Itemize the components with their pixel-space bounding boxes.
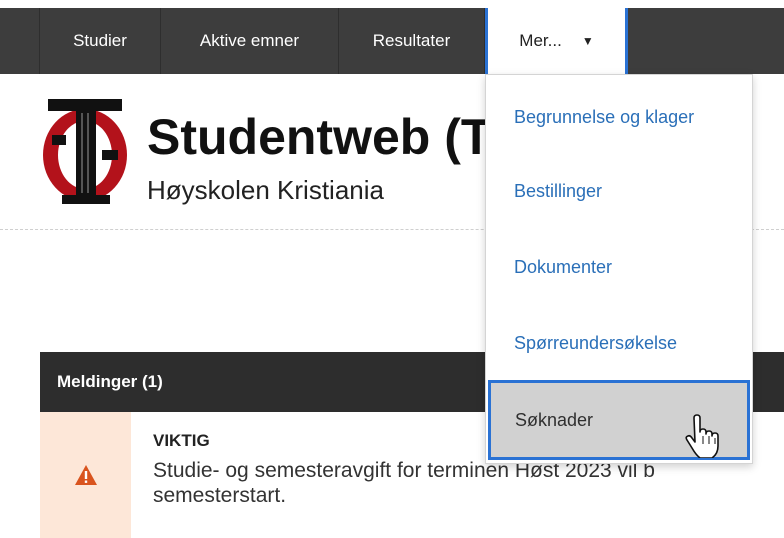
top-navigation: Studier Aktive emner Resultater Mer... ▼ <box>0 0 784 74</box>
message-title: VIKTIG <box>153 431 210 450</box>
menu-item-label: Søknader <box>515 409 594 430</box>
page-subtitle: Høyskolen Kristiania <box>147 175 384 205</box>
message-text: Studie- og semesteravgift for terminen H… <box>153 459 655 507</box>
menu-item-label: Begrunnelse og klager <box>514 106 695 127</box>
warning-icon <box>74 465 97 485</box>
mer-dropdown-menu: Begrunnelse og klager Bestillinger Dokum… <box>485 74 753 464</box>
university-logo <box>40 95 130 210</box>
nav-item-resultater[interactable]: Resultater <box>339 8 485 74</box>
hand-cursor-icon <box>684 414 724 459</box>
nav-item-label: Mer... <box>519 31 562 50</box>
nav-item-studier[interactable]: Studier <box>40 8 161 74</box>
menu-item-dokumenter[interactable]: Dokumenter <box>486 229 752 305</box>
menu-item-sporreundersokelse[interactable]: Spørreundersøkelse <box>486 305 752 381</box>
nav-item-mer[interactable]: Mer... ▼ <box>485 8 628 74</box>
page-title: Studentweb (T <box>147 109 492 165</box>
menu-item-label: Spørreundersøkelse <box>514 332 678 353</box>
caret-down-icon: ▼ <box>581 34 594 48</box>
menu-item-label: Bestillinger <box>514 180 603 201</box>
menu-item-bestillinger[interactable]: Bestillinger <box>486 153 752 229</box>
messages-header-label: Meldinger (1) <box>57 372 163 391</box>
message-icon-box <box>40 412 131 538</box>
nav-item-aktive-emner[interactable]: Aktive emner <box>161 8 339 74</box>
nav-item-label: Studier <box>73 31 127 50</box>
nav-item-label: Resultater <box>372 31 451 50</box>
menu-item-label: Dokumenter <box>514 256 613 277</box>
nav-item-label: Aktive emner <box>199 31 300 50</box>
menu-item-begrunnelse-og-klager[interactable]: Begrunnelse og klager <box>486 79 752 155</box>
nav-edge <box>0 8 40 74</box>
